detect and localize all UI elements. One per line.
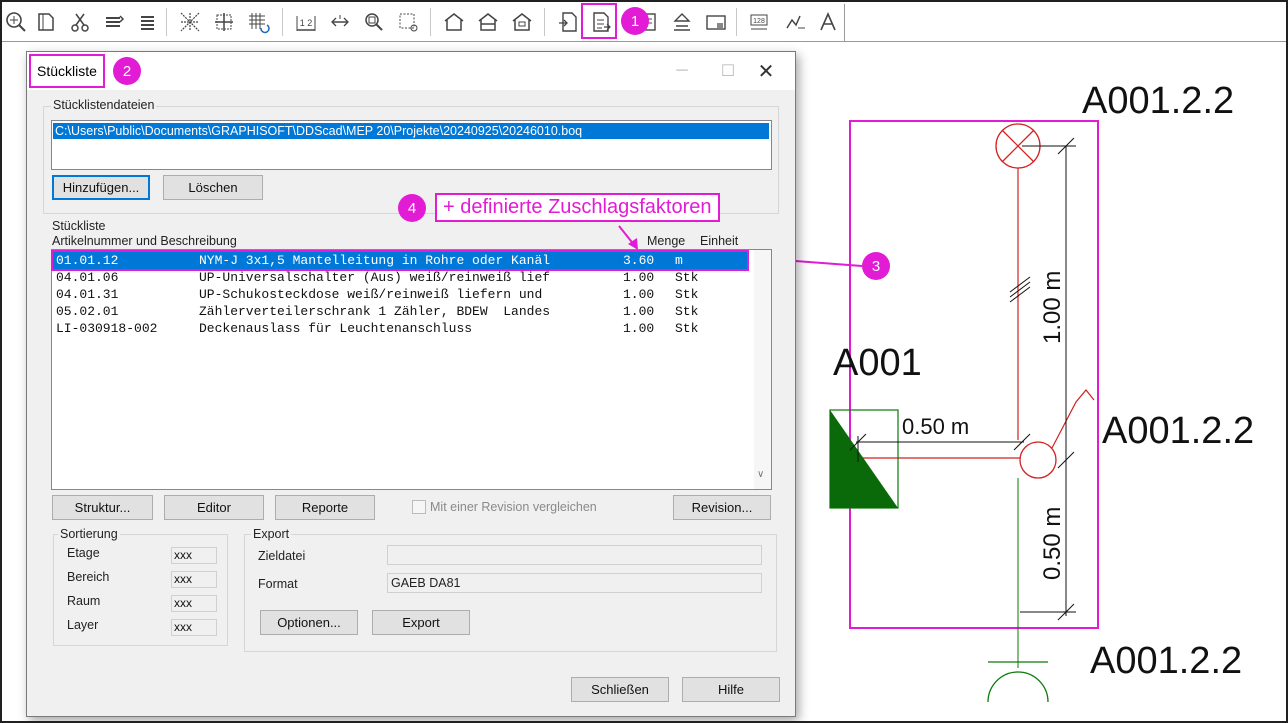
bom-cell-unit: Stk bbox=[675, 270, 699, 285]
bom-cell-desc: UP-Universalschalter (Aus) weiß/reinweiß… bbox=[199, 270, 551, 285]
list-scrollbar[interactable]: ∨ bbox=[754, 250, 771, 489]
minimize-icon[interactable]: ─ bbox=[659, 52, 705, 90]
column-qty-header: Menge bbox=[647, 234, 686, 248]
bom-cell-unit: Stk bbox=[675, 321, 699, 336]
add-file-button[interactable]: Hinzufügen... bbox=[52, 175, 150, 200]
structure-button[interactable]: Struktur... bbox=[52, 495, 153, 520]
step-badge-2: 2 bbox=[113, 57, 141, 85]
column-unit-header: Einheit bbox=[700, 234, 739, 248]
help-button[interactable]: Hilfe bbox=[682, 677, 780, 702]
bom-row[interactable]: 04.01.06 UP-Universalschalter (Aus) weiß/… bbox=[53, 269, 747, 286]
list-group-label: Stückliste bbox=[52, 219, 106, 233]
bom-cell-desc: UP-Schukosteckdose weiß/reinweiß liefern… bbox=[199, 287, 543, 302]
bom-cell-nr: 04.01.31 bbox=[56, 287, 119, 302]
bom-cell-unit: m bbox=[675, 253, 683, 268]
bom-cell-desc: Zählerverteilerschrank 1 Zähler, BDEW La… bbox=[199, 304, 551, 319]
target-file-field[interactable] bbox=[387, 545, 762, 565]
dialog-titlebar[interactable]: Stückliste ─ ☐ ✕ bbox=[27, 52, 795, 90]
sort-item-value[interactable]: xxx bbox=[171, 619, 217, 636]
bom-cell-qty: 1.00 bbox=[623, 270, 655, 285]
close-button[interactable]: Schließen bbox=[571, 677, 669, 702]
compare-revision-label: Mit einer Revision vergleichen bbox=[430, 500, 597, 514]
compare-revision-checkbox[interactable] bbox=[412, 500, 426, 514]
bom-cell-nr: 04.01.06 bbox=[56, 270, 119, 285]
format-field[interactable]: GAEB DA81 bbox=[387, 573, 762, 593]
files-group-label: Stücklistendateien bbox=[51, 98, 157, 112]
bill-of-materials-dialog: Stückliste ─ ☐ ✕ 2 Stücklistendateien C:… bbox=[26, 51, 796, 717]
sort-item-label: Raum bbox=[67, 594, 101, 608]
reports-button[interactable]: Reporte bbox=[275, 495, 375, 520]
export-group-label: Export bbox=[251, 527, 292, 541]
bom-cell-qty: 1.00 bbox=[623, 321, 655, 336]
callout-arrow-4 bbox=[618, 225, 638, 250]
callout-surcharge-factors: + definierte Zuschlagsfaktoren bbox=[435, 193, 720, 222]
bom-listbox[interactable]: 01.01.12 NYM-J 3x1,5 Mantelleitung in Roh… bbox=[51, 249, 772, 490]
bom-cell-desc: Deckenauslass für Leuchtenanschluss bbox=[199, 321, 473, 336]
bom-cell-nr: 05.02.01 bbox=[56, 304, 119, 319]
format-label: Format bbox=[258, 577, 298, 591]
dialog-title: Stückliste bbox=[29, 54, 105, 88]
step-badge-4: 4 bbox=[398, 194, 426, 222]
bom-cell-qty: 1.00 bbox=[623, 304, 655, 319]
file-path-item[interactable]: C:\Users\Public\Documents\GRAPHISOFT\DDS… bbox=[53, 123, 769, 139]
step-badge-3: 3 bbox=[862, 252, 890, 280]
bom-cell-qty: 1.00 bbox=[623, 287, 655, 302]
column-article-header: Artikelnummer und Beschreibung bbox=[52, 234, 237, 248]
editor-button[interactable]: Editor bbox=[164, 495, 264, 520]
sort-item-label: Bereich bbox=[67, 570, 110, 584]
target-file-label: Zieldatei bbox=[258, 549, 306, 563]
bom-cell-qty: 3.60 bbox=[623, 253, 655, 268]
revision-button[interactable]: Revision... bbox=[673, 495, 771, 520]
bom-row[interactable]: 05.02.01 Zählerverteilerschrank 1 Zähler,… bbox=[53, 303, 747, 320]
delete-file-button[interactable]: Löschen bbox=[163, 175, 263, 200]
sort-item-label: Layer bbox=[67, 618, 99, 632]
options-button[interactable]: Optionen... bbox=[260, 610, 358, 635]
chevron-down-icon[interactable]: ∨ bbox=[757, 469, 764, 480]
bom-cell-nr: 01.01.12 bbox=[56, 253, 119, 268]
bom-cell-nr: LI-030918-002 bbox=[56, 321, 158, 336]
bom-row[interactable]: 01.01.12 NYM-J 3x1,5 Mantelleitung in Roh… bbox=[51, 250, 749, 271]
close-icon[interactable]: ✕ bbox=[743, 52, 789, 90]
bom-row[interactable]: 04.01.31 UP-Schukosteckdose weiß/reinweiß… bbox=[53, 286, 747, 303]
sort-group-label: Sortierung bbox=[58, 527, 120, 541]
sort-item-value[interactable]: xxx bbox=[171, 595, 217, 612]
sort-item-value[interactable]: xxx bbox=[171, 547, 217, 564]
bom-cell-unit: Stk bbox=[675, 287, 699, 302]
bom-cell-unit: Stk bbox=[675, 304, 699, 319]
sort-item-label: Etage bbox=[67, 546, 100, 560]
export-button[interactable]: Export bbox=[372, 610, 470, 635]
bom-cell-desc: NYM-J 3x1,5 Mantelleitung in Rohre oder … bbox=[199, 253, 551, 268]
files-listbox[interactable]: C:\Users\Public\Documents\GRAPHISOFT\DDS… bbox=[51, 120, 772, 170]
bom-row[interactable]: LI-030918-002 Deckenauslass für Leuchtena… bbox=[53, 320, 747, 337]
sort-item-value[interactable]: xxx bbox=[171, 571, 217, 588]
